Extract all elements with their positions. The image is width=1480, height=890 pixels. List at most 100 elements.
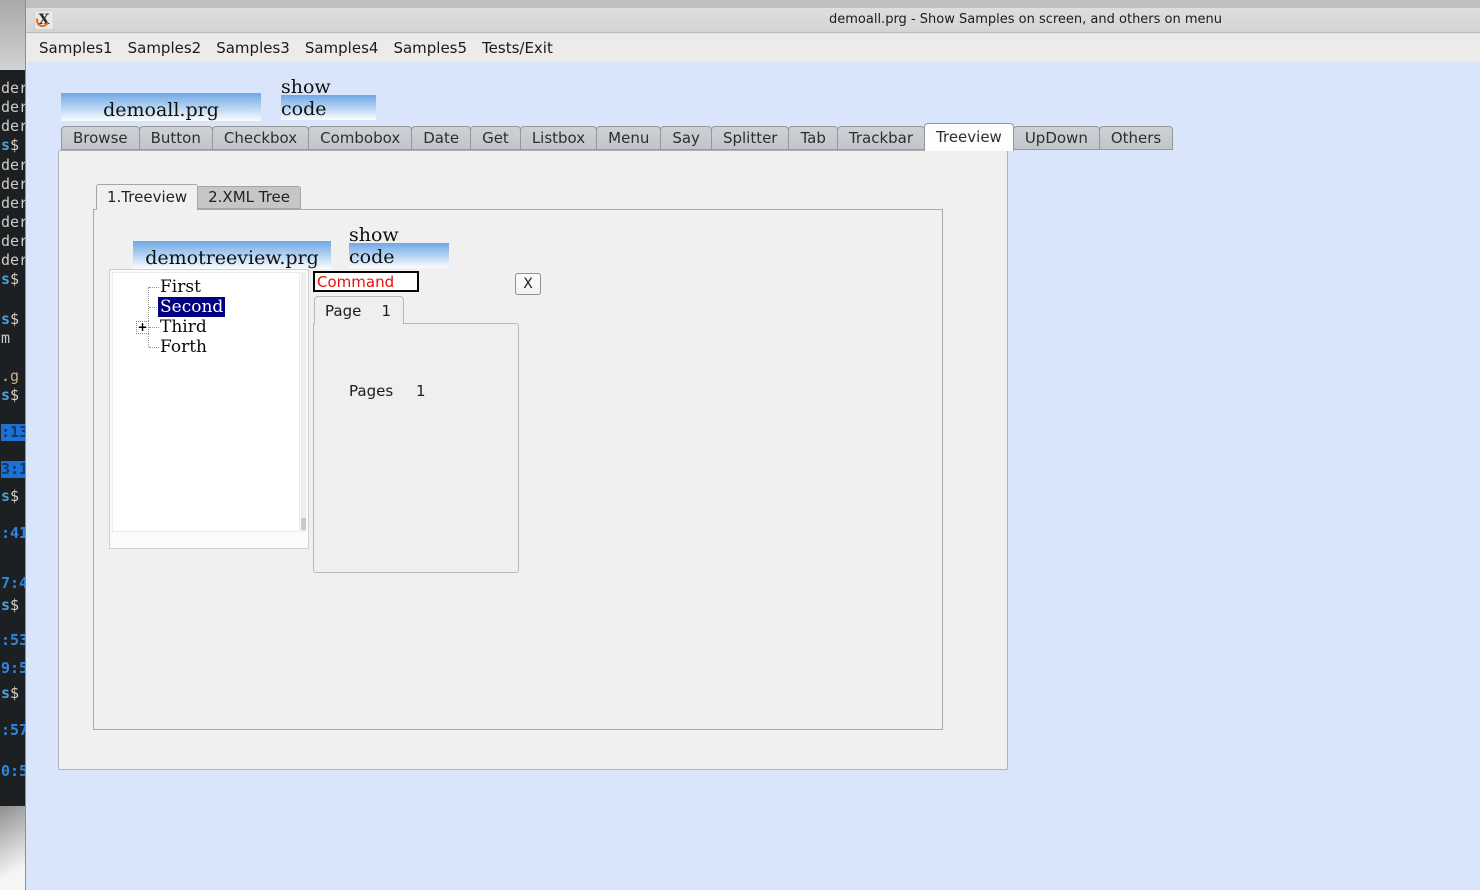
menu-item-samples1[interactable]: Samples1 xyxy=(39,39,113,57)
show-code-button[interactable]: show code xyxy=(281,76,376,120)
background-window-top xyxy=(0,0,27,70)
window-title: demoall.prg - Show Samples on screen, an… xyxy=(829,12,1223,27)
menu-item-samples4[interactable]: Samples4 xyxy=(305,39,379,57)
tree-item-label: Forth xyxy=(160,337,208,357)
terminal-line: 9:5 xyxy=(1,660,27,677)
terminal-line: 7:4 xyxy=(1,575,27,592)
tab-combobox[interactable]: Combobox xyxy=(308,126,413,150)
menubar: Samples1 Samples2 Samples3 Samples4 Samp… xyxy=(26,34,1480,62)
show-code-button-2[interactable]: show code xyxy=(349,224,449,268)
treeview-tab-content: demotreeview.prg show code + First Secon… xyxy=(93,209,943,730)
menu-item-samples3[interactable]: Samples3 xyxy=(216,39,290,57)
page-tab-label: Page xyxy=(325,301,362,320)
titlebar[interactable]: X demoall.prg - Show Samples on screen, … xyxy=(26,8,1480,33)
tab-2-xml-tree[interactable]: 2.XML Tree xyxy=(197,186,302,209)
tab-browse[interactable]: Browse xyxy=(61,126,140,150)
terminal-text: der xyxy=(1,213,27,231)
tree-connector-stub xyxy=(149,287,159,288)
pages-value: 1 xyxy=(416,382,426,400)
terminal-text: der xyxy=(1,194,27,212)
app-window: X demoall.prg - Show Samples on screen, … xyxy=(25,0,1480,890)
tab-trackbar[interactable]: Trackbar xyxy=(836,126,926,150)
tab-checkbox[interactable]: Checkbox xyxy=(211,126,310,150)
terminal-line: s$ xyxy=(1,271,19,288)
terminal-line: .g xyxy=(1,368,19,385)
menu-item-tests-exit[interactable]: Tests/Exit xyxy=(482,39,553,57)
terminal-line: m xyxy=(1,330,10,347)
tab-date[interactable]: Date xyxy=(411,126,472,150)
pages-label: Pages xyxy=(349,382,394,400)
tree-connector-line xyxy=(148,287,149,347)
treeview-scrollbar[interactable] xyxy=(301,272,306,532)
terminal-line: der xyxy=(1,252,27,269)
tab-get[interactable]: Get xyxy=(470,126,521,150)
tree-item-third[interactable]: Third xyxy=(160,317,207,337)
tab-treeview[interactable]: Treeview xyxy=(924,123,1014,151)
tree-connector-stub xyxy=(149,347,159,348)
terminal-text: der xyxy=(1,251,27,269)
terminal-line: :53 xyxy=(1,632,27,649)
terminal-line: s$ xyxy=(1,137,19,154)
tree-item-second[interactable]: Second xyxy=(158,297,226,317)
demotreeview-header: demotreeview.prg xyxy=(133,241,331,269)
treeview-scrollbar-thumb[interactable] xyxy=(301,518,306,530)
terminal-line: der xyxy=(1,80,27,97)
close-x-button[interactable]: X xyxy=(515,273,541,295)
page-tab[interactable]: Page 1 xyxy=(314,296,404,324)
tab-menu[interactable]: Menu xyxy=(596,126,662,150)
desktop: der der der s$ der der der der der der s… xyxy=(0,0,1480,890)
tree-connector-stub xyxy=(149,327,159,328)
tree-item-forth[interactable]: Forth xyxy=(160,337,207,357)
menu-item-samples5[interactable]: Samples5 xyxy=(393,39,467,57)
terminal-text: 3:1 xyxy=(1,460,27,478)
terminal-text: 7:4 xyxy=(1,574,27,592)
menu-item-samples2[interactable]: Samples2 xyxy=(128,39,202,57)
terminal-text: :13 xyxy=(1,423,27,441)
terminal-text: s xyxy=(1,136,11,154)
terminal-line: der xyxy=(1,233,27,250)
terminal-text: $ xyxy=(10,310,20,328)
terminal-text: 9:5 xyxy=(1,659,27,677)
tab-updown[interactable]: UpDown xyxy=(1012,126,1100,150)
terminal-line-selected: 3:1 xyxy=(1,461,27,478)
terminal-text: s xyxy=(1,596,11,614)
terminal-strip: der der der s$ der der der der der der s… xyxy=(0,70,27,806)
treeview-control[interactable]: + First Second Third Forth xyxy=(109,269,309,549)
terminal-text: der xyxy=(1,117,27,135)
tab-listbox[interactable]: Listbox xyxy=(519,126,598,150)
x11-logo-icon: X xyxy=(33,10,54,30)
window-frame-top xyxy=(26,0,1480,8)
tab-button[interactable]: Button xyxy=(138,126,213,150)
expand-icon[interactable]: + xyxy=(136,321,149,334)
terminal-line: :57 xyxy=(1,722,27,739)
terminal-text: der xyxy=(1,232,27,250)
terminal-line: s$ xyxy=(1,488,19,505)
terminal-text: der xyxy=(1,175,27,193)
terminal-text: $ xyxy=(10,136,20,154)
background-window-bottom xyxy=(0,806,27,890)
terminal-line: der xyxy=(1,195,27,212)
terminal-text: der xyxy=(1,79,27,97)
tree-item-first[interactable]: First xyxy=(160,277,201,297)
page-tab-value: 1 xyxy=(381,301,391,320)
tab-others[interactable]: Others xyxy=(1098,126,1174,150)
terminal-text: s xyxy=(1,386,11,404)
terminal-text: m xyxy=(1,329,11,347)
terminal-line: s$ xyxy=(1,597,19,614)
terminal-text: $ xyxy=(10,487,20,505)
tree-item-label: First xyxy=(160,277,201,297)
terminal-text: $ xyxy=(10,684,20,702)
tab-say[interactable]: Say xyxy=(660,126,712,150)
terminal-text: $ xyxy=(10,386,20,404)
terminal-line: der xyxy=(1,214,27,231)
tab-tab[interactable]: Tab xyxy=(788,126,838,150)
tab-1-treeview[interactable]: 1.Treeview xyxy=(96,184,199,210)
terminal-line: 0:5 xyxy=(1,763,27,780)
terminal-line: der xyxy=(1,176,27,193)
terminal-text: s xyxy=(1,270,11,288)
terminal-line: der xyxy=(1,118,27,135)
terminal-line: der xyxy=(1,157,27,174)
tab-splitter[interactable]: Splitter xyxy=(710,126,790,150)
command-input[interactable] xyxy=(313,271,419,292)
terminal-text: .g xyxy=(1,367,20,385)
